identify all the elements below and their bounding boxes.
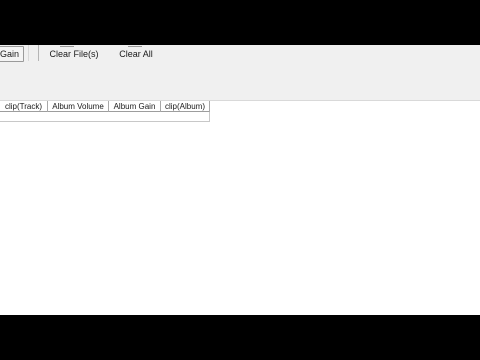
toolbar-divider [38, 45, 39, 61]
clear-files-button[interactable]: Clear File(s) [46, 48, 102, 60]
toolbar-divider [28, 45, 29, 61]
file-list-row[interactable] [0, 112, 210, 122]
clear-files-icon [60, 45, 74, 47]
column-header-clip-track[interactable]: clip(Track) [0, 101, 48, 112]
column-header-album-gain[interactable]: Album Gain [109, 101, 161, 112]
app-window: Gain Clear File(s) Clear All clip(Track)… [0, 45, 480, 315]
gain-button[interactable]: Gain [0, 46, 24, 62]
column-header-clip-album[interactable]: clip(Album) [161, 101, 210, 112]
file-list-header: clip(Track) Album Volume Album Gain clip… [0, 100, 210, 112]
column-header-album-volume[interactable]: Album Volume [48, 101, 109, 112]
toolbar: Gain Clear File(s) Clear All [0, 45, 480, 101]
clear-all-icon [128, 45, 142, 47]
clear-all-button[interactable]: Clear All [114, 48, 158, 60]
